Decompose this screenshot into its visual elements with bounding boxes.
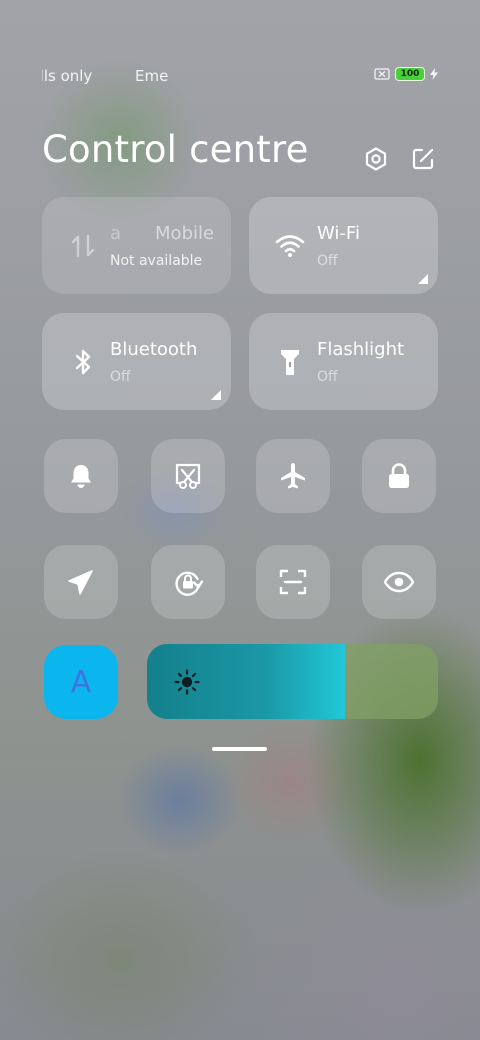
expand-corner-icon[interactable] [418,274,428,284]
auto-brightness-label: A [70,664,92,700]
bluetooth-status: Off [110,369,131,385]
wifi-status: Off [317,253,338,269]
lock-screen-toggle[interactable] [362,439,436,513]
mobile-data-label: a Mobile data [110,223,213,244]
screenshot-icon [175,463,201,489]
mobile-data-icon [71,234,95,258]
battery-level: 100 [400,69,420,79]
bluetooth-tile[interactable]: Bluetooth Off [42,313,231,410]
auto-brightness-button[interactable]: A [44,645,118,719]
airplane-mode-toggle[interactable] [256,439,330,513]
wifi-icon [275,235,305,257]
battery-icon: 100 [395,67,425,81]
flashlight-tile[interactable]: Flashlight Off [249,313,438,410]
scanner-toggle[interactable] [256,545,330,619]
scanner-icon [279,569,307,595]
reading-mode-toggle[interactable] [362,545,436,619]
edit-icon[interactable] [410,146,436,172]
expand-corner-icon[interactable] [211,390,221,400]
status-icons: 100 [374,67,438,81]
mobile-data-label-ghost: a [110,223,122,244]
drag-handle[interactable] [212,747,267,751]
eye-icon [383,571,415,593]
mobile-data-status: Not available [110,253,203,269]
page-title: Control centre [42,128,309,171]
carrier-label-2: Emergency calls only [135,67,169,85]
bluetooth-icon [75,349,91,375]
brightness-slider[interactable] [147,644,438,719]
sun-icon [174,669,200,695]
carrier-label: Calls only [42,67,98,85]
lock-icon [389,463,409,488]
rotation-lock-icon [175,571,204,596]
status-bar: Calls only Emergency calls only 100 [42,62,438,90]
wifi-label: Wi-Fi [317,223,360,244]
no-sim-icon [374,68,390,80]
location-toggle[interactable] [44,545,118,619]
carrier-text: Calls only [42,67,93,85]
rotation-lock-toggle[interactable] [151,545,225,619]
settings-icon[interactable] [363,146,389,172]
charging-icon [430,68,438,80]
carrier-text-2: Emergency calls only [135,67,169,85]
bell-icon [71,465,91,488]
flashlight-label: Flashlight [317,339,405,360]
flashlight-icon [281,350,299,375]
mobile-data-label-text: Mobile data [155,223,213,244]
bluetooth-label: Bluetooth [110,339,198,360]
flashlight-status: Off [317,369,338,385]
airplane-icon [281,463,305,489]
wifi-tile[interactable]: Wi-Fi Off [249,197,438,294]
location-icon [68,570,93,595]
screenshot-toggle[interactable] [151,439,225,513]
mobile-data-tile[interactable]: a Mobile data Not available [42,197,231,294]
ringer-toggle[interactable] [44,439,118,513]
